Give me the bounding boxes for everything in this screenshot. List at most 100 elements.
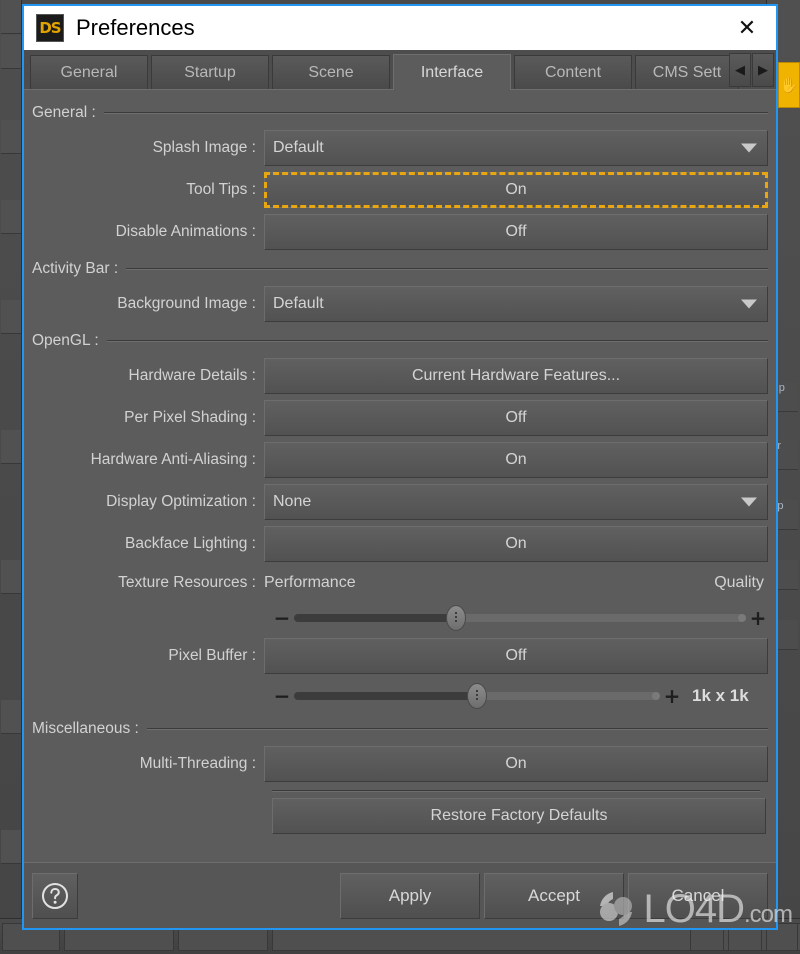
dialog-footer: Apply Accept Cancel (24, 862, 776, 928)
pixel-buffer-toggle[interactable]: Off (264, 638, 768, 674)
backface-lighting-toggle[interactable]: On (264, 526, 768, 562)
dialog-titlebar: DS Preferences ✕ (24, 6, 776, 50)
section-rule (104, 112, 768, 114)
row-disable-animations: Disable Animations : Off (32, 212, 768, 252)
accept-button[interactable]: Accept (484, 873, 624, 919)
section-label: OpenGL : (32, 332, 107, 350)
section-header-activity-bar: Activity Bar : (32, 254, 768, 284)
hardware-anti-aliasing-toggle[interactable]: On (264, 442, 768, 478)
label-tool-tips: Tool Tips : (32, 181, 264, 199)
tab-content[interactable]: Content (514, 55, 632, 89)
section-rule (107, 340, 768, 342)
per-pixel-shading-value: Off (505, 409, 526, 427)
pixel-buffer-slider[interactable] (292, 683, 662, 709)
tab-scroll-left-icon[interactable]: ◀ (729, 53, 751, 87)
splash-image-combo[interactable]: Default (264, 130, 768, 166)
background-left-item (1, 120, 21, 154)
hardware-anti-aliasing-value: On (505, 451, 526, 469)
preferences-dialog: DS Preferences ✕ General Startup Scene I… (22, 4, 778, 930)
slider-cap-right (652, 692, 660, 700)
section-label: Activity Bar : (32, 260, 126, 278)
background-left-item (1, 200, 21, 234)
label-texture-resources: Texture Resources : (32, 574, 264, 592)
pixel-buffer-slider-row: − + 1k x 1k (32, 678, 768, 714)
row-tool-tips: Tool Tips : On (32, 170, 768, 210)
background-left-item (1, 830, 21, 864)
background-left-item (1, 35, 21, 69)
label-background-image: Background Image : (32, 295, 264, 313)
section-header-opengl: OpenGL : (32, 326, 768, 356)
hardware-details-value: Current Hardware Features... (412, 367, 620, 385)
background-image-combo[interactable]: Default (264, 286, 768, 322)
pixel-buffer-decrement-icon[interactable]: − (272, 686, 292, 706)
section-header-general: General : (32, 98, 768, 128)
daz-studio-logo-icon: DS (36, 14, 64, 42)
backface-lighting-value: On (505, 535, 526, 553)
disable-animations-toggle[interactable]: Off (264, 214, 768, 250)
background-image-value: Default (273, 295, 324, 313)
section-rule (147, 728, 768, 730)
apply-button[interactable]: Apply (340, 873, 480, 919)
current-hardware-features-button[interactable]: Current Hardware Features... (264, 358, 768, 394)
row-multi-threading: Multi-Threading : On (32, 744, 768, 784)
tab-scene[interactable]: Scene (272, 55, 390, 89)
tool-tips-toggle[interactable]: On (264, 172, 768, 208)
row-per-pixel-shading: Per Pixel Shading : Off (32, 398, 768, 438)
display-optimization-value: None (273, 493, 311, 511)
chevron-down-icon (741, 300, 757, 309)
tab-scroll-controls: ◀ ▶ (728, 53, 774, 87)
label-backface-lighting: Backface Lighting : (32, 535, 264, 553)
handle-grip (455, 612, 457, 624)
texture-resources-left-caption: Performance (264, 574, 356, 592)
row-display-optimization: Display Optimization : None (32, 482, 768, 522)
tab-general[interactable]: General (30, 55, 148, 89)
tab-scroll-right-icon[interactable]: ▶ (752, 53, 774, 87)
handle-grip (476, 690, 478, 702)
texture-resources-slider-row: − + (32, 600, 768, 636)
slider-cap-left (294, 692, 302, 700)
preferences-tabbar: General Startup Scene Interface Content … (24, 50, 776, 90)
texture-resources-right-caption: Quality (714, 574, 768, 592)
label-hardware-details: Hardware Details : (32, 367, 264, 385)
row-hardware-anti-aliasing: Hardware Anti-Aliasing : On (32, 440, 768, 480)
row-pixel-buffer: Pixel Buffer : Off (32, 636, 768, 676)
slider-handle[interactable] (467, 683, 487, 709)
chevron-down-icon (741, 144, 757, 153)
tool-tips-value: On (505, 181, 526, 199)
background-left-item (1, 430, 21, 464)
row-background-image: Background Image : Default (32, 284, 768, 324)
background-left-item (1, 0, 21, 34)
question-mark-circle-icon[interactable] (32, 873, 78, 919)
slider-handle[interactable] (446, 605, 466, 631)
slider-fill (296, 614, 456, 622)
texture-resources-slider[interactable] (292, 605, 748, 631)
label-multi-threading: Multi-Threading : (32, 755, 264, 773)
restore-factory-defaults-button[interactable]: Restore Factory Defaults (272, 798, 766, 834)
close-icon[interactable]: ✕ (724, 7, 770, 49)
row-backface-lighting: Backface Lighting : On (32, 524, 768, 564)
section-header-miscellaneous: Miscellaneous : (32, 714, 768, 744)
restore-factory-defaults-label: Restore Factory Defaults (431, 807, 608, 825)
texture-resources-increment-icon[interactable]: + (748, 608, 768, 628)
display-optimization-combo[interactable]: None (264, 484, 768, 520)
per-pixel-shading-toggle[interactable]: Off (264, 400, 768, 436)
section-rule (126, 268, 768, 270)
pixel-buffer-increment-icon[interactable]: + (662, 686, 682, 706)
section-divider (272, 790, 760, 792)
multi-threading-toggle[interactable]: On (264, 746, 768, 782)
slider-fill (296, 692, 477, 700)
label-display-optimization: Display Optimization : (32, 493, 264, 511)
restore-defaults-row: Restore Factory Defaults (32, 798, 768, 838)
splash-image-value: Default (273, 139, 324, 157)
cancel-button[interactable]: Cancel (628, 873, 768, 919)
label-disable-animations: Disable Animations : (32, 223, 264, 241)
texture-resources-decrement-icon[interactable]: − (272, 608, 292, 628)
tab-cms-settings[interactable]: CMS Sett (635, 55, 739, 89)
slider-cap-right (738, 614, 746, 622)
tab-startup[interactable]: Startup (151, 55, 269, 89)
tab-interface[interactable]: Interface (393, 54, 511, 90)
section-label: Miscellaneous : (32, 720, 147, 738)
pixel-buffer-value-label: 1k x 1k (682, 686, 768, 706)
section-label: General : (32, 104, 104, 122)
background-left-item (1, 560, 21, 594)
